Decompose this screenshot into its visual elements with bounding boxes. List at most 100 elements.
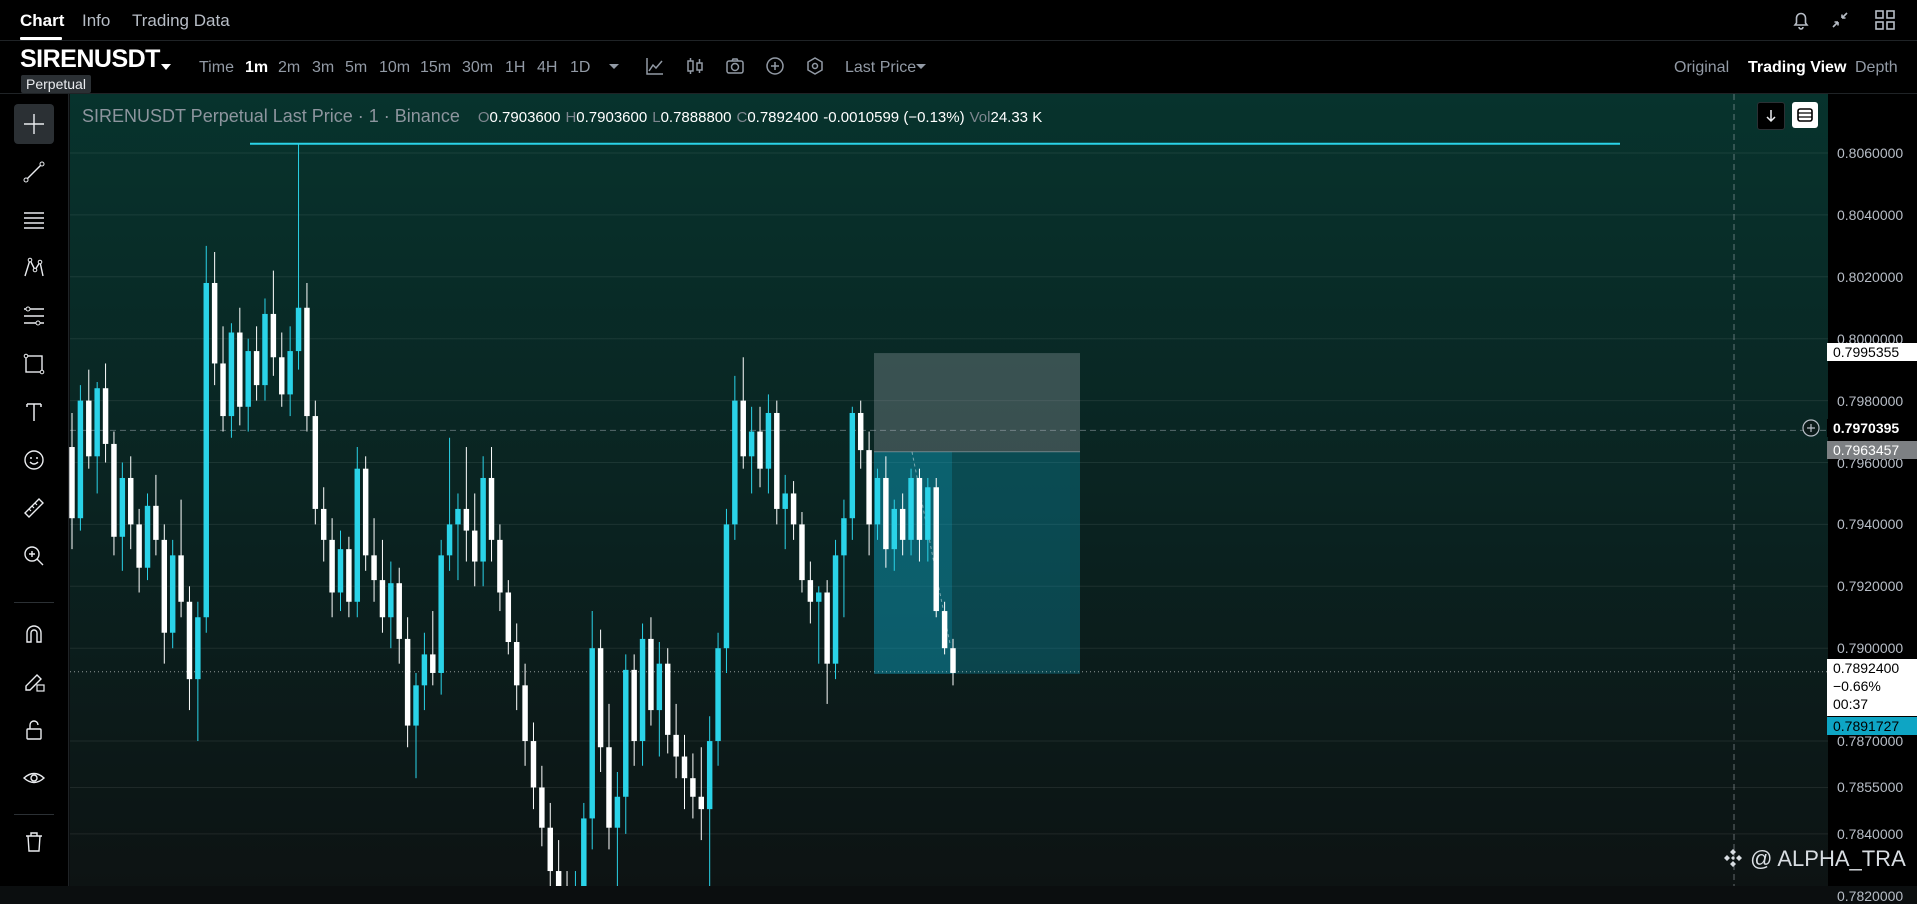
candle-body	[883, 477, 889, 550]
candle-body	[530, 741, 537, 788]
candle-countdown: 00:37	[1833, 696, 1869, 712]
legend-open: 0.7903600	[489, 109, 561, 126]
candle-body	[891, 508, 897, 550]
price-tick-label: 0.7940000	[1837, 516, 1904, 533]
crosshair-price-label: 0.7970395	[1827, 419, 1917, 437]
candle-body	[941, 611, 948, 649]
legend-high-label: H	[565, 109, 577, 126]
candle-body	[295, 307, 302, 352]
candle-body	[706, 741, 713, 810]
stop-price-label: 0.7995355	[1827, 343, 1917, 361]
candle-body	[371, 555, 377, 581]
candle-body	[262, 313, 268, 386]
candle-body	[186, 601, 193, 680]
candle-body	[950, 648, 956, 673]
chart-legend: SIRENUSDT Perpetual Last Price · 1 · Bin…	[82, 106, 1042, 127]
candle-body	[807, 580, 814, 602]
legend-change: -0.0010599 (−0.13%)	[823, 109, 965, 126]
candle-body	[606, 747, 612, 828]
candle-body	[849, 412, 856, 519]
candle-body	[94, 388, 100, 457]
candle-body	[656, 663, 663, 711]
candle-body	[841, 518, 847, 556]
candle-body	[337, 549, 344, 593]
candle-body	[581, 818, 587, 886]
candle-body	[320, 508, 327, 540]
price-tick-label: 0.7820000	[1837, 887, 1904, 904]
price-tick-label: 0.7900000	[1837, 640, 1904, 657]
candle-body	[77, 400, 84, 519]
crosshair-plus-icon[interactable]	[1802, 419, 1820, 437]
current-price-box: 0.7892400 −0.66% 00:37	[1827, 659, 1917, 716]
candle-body	[664, 663, 671, 735]
fullscreen-toggle-button[interactable]	[1792, 102, 1818, 128]
legend-open-label: O	[477, 109, 490, 126]
candle-body	[111, 443, 117, 537]
candle-body	[513, 642, 520, 686]
candle-body	[824, 592, 830, 664]
candle-body	[430, 654, 436, 673]
candlestick-chart[interactable]	[0, 0, 1917, 886]
candle-body	[899, 508, 906, 540]
candle-body	[732, 400, 738, 525]
candle-body	[144, 505, 151, 568]
candle-body	[555, 871, 562, 886]
candle-body	[446, 524, 453, 556]
candle-body	[799, 524, 805, 581]
price-tick-label: 0.8040000	[1837, 206, 1904, 223]
candle-body	[740, 400, 746, 457]
candle-body	[925, 487, 931, 540]
candle-body	[782, 493, 788, 509]
candle-body	[774, 412, 780, 509]
candle-body	[379, 580, 386, 618]
legend-close-label: C	[736, 109, 748, 126]
candle-body	[832, 555, 839, 664]
candle-body	[522, 685, 528, 742]
candle-body	[816, 592, 822, 602]
candle-body	[413, 685, 419, 726]
candle-body	[438, 555, 444, 673]
candle-body	[715, 648, 721, 742]
candle-body	[631, 669, 637, 742]
price-tick-label: 0.8060000	[1837, 145, 1904, 161]
candle-body	[463, 508, 470, 531]
candle-body	[396, 583, 402, 639]
candle-body	[681, 756, 688, 779]
candle-body	[153, 505, 159, 540]
candle-body	[136, 524, 142, 568]
candle-body	[195, 617, 201, 680]
candle-body	[908, 477, 914, 540]
legend-title: SIRENUSDT Perpetual Last Price · 1 · Bin…	[82, 106, 460, 126]
candle-body	[128, 477, 134, 525]
candle-body	[866, 450, 872, 525]
price-tick-label: 0.7920000	[1837, 578, 1904, 595]
scroll-to-latest-button[interactable]	[1757, 102, 1785, 130]
price-tick-label: 0.7840000	[1837, 825, 1904, 842]
current-price: 0.7892400	[1833, 660, 1900, 676]
candle-body	[547, 827, 553, 872]
candle-body	[648, 638, 654, 711]
price-tick-label: 0.7980000	[1837, 392, 1904, 409]
candle-body	[161, 539, 168, 633]
candle-body	[623, 669, 629, 797]
candle-body	[673, 734, 679, 757]
candle-body	[505, 592, 512, 643]
candle-body	[765, 412, 772, 469]
candle-body	[169, 555, 176, 633]
candle-body	[404, 638, 411, 726]
legend-close: 0.7892400	[747, 109, 819, 126]
candle-body	[589, 648, 595, 819]
candle-body	[245, 351, 251, 407]
stop-loss-zone	[874, 353, 1080, 452]
candle-body	[119, 477, 126, 537]
candle-body	[312, 416, 319, 509]
candle-body	[539, 787, 545, 828]
candle-body	[455, 508, 461, 525]
legend-low-label: L	[652, 109, 661, 126]
entry-price-label: 0.7963457	[1827, 441, 1917, 459]
candle-body	[723, 524, 730, 649]
candle-body	[362, 468, 369, 556]
candle-body	[211, 282, 218, 364]
candle-body	[69, 447, 75, 519]
candle-body	[698, 796, 705, 810]
